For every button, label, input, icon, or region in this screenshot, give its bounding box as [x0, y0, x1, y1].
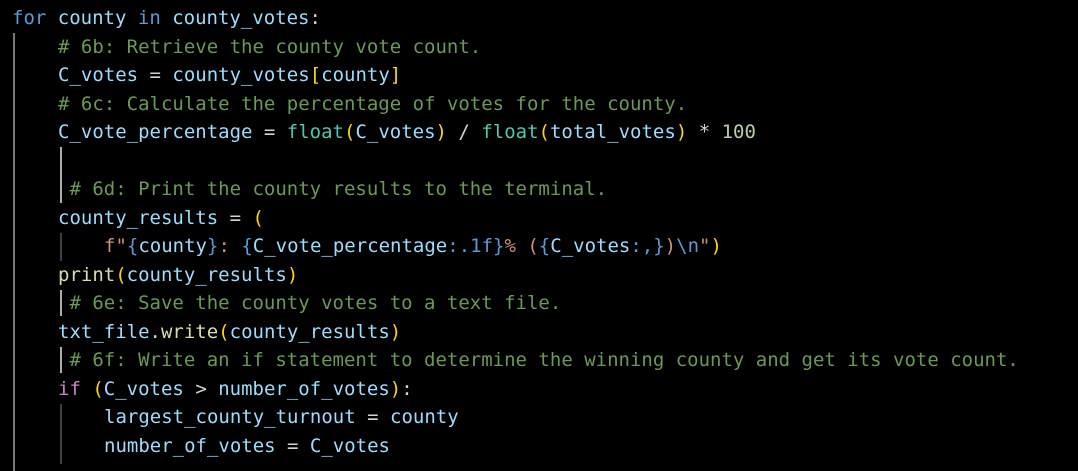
code-line[interactable]: county_results = (	[58, 204, 264, 232]
code-token: )	[664, 235, 677, 257]
code-token: % (	[504, 235, 539, 257]
code-token: write	[160, 320, 219, 343]
code-token: {	[538, 235, 551, 257]
code-token: :	[218, 235, 242, 257]
code-token: number_of_votes	[218, 377, 390, 400]
code-token: )	[710, 235, 722, 257]
code-token: county	[321, 64, 390, 86]
code-token: (	[115, 263, 127, 286]
code-token: f"	[104, 235, 127, 257]
code-token: float	[286, 121, 344, 143]
code-line[interactable]: # 6e: Save the county votes to a text fi…	[58, 289, 561, 317]
code-token: {	[241, 235, 253, 257]
code-token: C_votes	[58, 64, 139, 86]
code-token: {	[126, 235, 139, 257]
code-token: for	[12, 7, 47, 29]
code-editor[interactable]: for county in county_votes: # 6b: Retriev…	[0, 0, 1078, 471]
code-token: )	[435, 121, 447, 143]
indent-guide	[13, 33, 15, 471]
code-line[interactable]: C_votes = county_votes[county]	[58, 61, 401, 89]
code-token: )	[389, 377, 402, 400]
code-token: \n	[676, 235, 700, 257]
code-token: county_votes	[172, 7, 310, 29]
code-token: number_of_votes	[104, 434, 276, 457]
code-token: =	[138, 64, 173, 86]
code-token: C_votes	[355, 121, 436, 143]
code-token: )	[389, 320, 402, 343]
code-token: if	[58, 377, 81, 400]
code-line[interactable]: C_vote_percentage = float(C_votes) / flo…	[58, 118, 756, 146]
code-token: (	[538, 121, 550, 143]
code-line[interactable]: number_of_votes = C_votes	[104, 432, 390, 460]
code-token: county	[57, 7, 127, 29]
code-token: # 6e: Save the county votes to a text fi…	[58, 292, 562, 314]
code-token: float	[481, 121, 539, 143]
code-token: (	[218, 320, 230, 343]
code-token: # 6f: Write an if statement to determine…	[58, 349, 1019, 371]
code-token: (	[92, 377, 104, 400]
code-line[interactable]: txt_file.write(county_results)	[58, 318, 401, 346]
code-line[interactable]: # 6d: Print the county results to the te…	[58, 175, 607, 203]
code-token: }	[653, 235, 665, 257]
code-token: :,	[630, 235, 654, 257]
code-token: :	[401, 377, 413, 400]
code-token: county_results	[58, 206, 219, 229]
code-token: [	[309, 64, 322, 86]
code-token: C_vote_percentage	[58, 121, 253, 143]
code-token: county_votes	[172, 64, 310, 86]
code-token: =	[218, 206, 253, 229]
code-token: ]	[389, 64, 402, 86]
code-token: county	[138, 235, 207, 257]
code-token: }	[493, 235, 505, 257]
code-token: }	[206, 235, 219, 257]
code-token: print	[58, 263, 116, 286]
code-token: txt_file	[58, 320, 150, 343]
code-line[interactable]: for county in county_votes:	[12, 4, 321, 32]
code-token: # 6c: Calculate the percentage of votes …	[58, 92, 688, 115]
code-line[interactable]: # 6c: Calculate the percentage of votes …	[58, 90, 687, 118]
code-token: :.1f	[447, 235, 494, 257]
code-token: # 6d: Print the county results to the te…	[58, 178, 608, 200]
code-token: *	[687, 121, 722, 143]
code-token: /	[446, 121, 482, 143]
code-line[interactable]: if (C_votes > number_of_votes):	[58, 375, 413, 403]
indent-guide	[60, 233, 62, 261]
code-token: # 6b: Retrieve the county vote count.	[58, 35, 482, 58]
code-token: C_vote_percentage	[252, 235, 448, 257]
code-line[interactable]: largest_county_turnout = county	[104, 403, 459, 431]
code-token: county_results	[126, 263, 287, 286]
code-line[interactable]: # 6f: Write an if statement to determine…	[58, 346, 1019, 374]
code-token: (	[344, 121, 356, 143]
code-token: largest_county_turnout	[104, 406, 356, 428]
code-token: C_votes	[103, 377, 184, 400]
code-token: C_votes	[309, 434, 390, 457]
indent-guide	[60, 404, 62, 464]
code-token: :	[309, 7, 321, 29]
code-token: =	[275, 434, 310, 457]
code-token: county_results	[229, 320, 390, 343]
code-token: .	[149, 320, 161, 343]
code-token: C_votes	[550, 235, 631, 257]
code-token: county	[390, 406, 459, 428]
code-token: (	[252, 206, 264, 229]
code-token: "	[699, 235, 711, 257]
code-token: )	[675, 121, 688, 143]
code-token: total_votes	[549, 121, 676, 143]
code-token: =	[355, 406, 390, 428]
code-token: 100	[721, 121, 756, 143]
code-token: )	[286, 263, 299, 286]
code-token: >	[183, 377, 219, 400]
code-token: in	[137, 7, 161, 29]
code-line[interactable]: print(county_results)	[58, 261, 298, 289]
code-line[interactable]: f"{county}: {C_vote_percentage:.1f}% ({C…	[104, 232, 722, 260]
code-line[interactable]: # 6b: Retrieve the county vote count.	[58, 33, 481, 61]
code-token: =	[252, 121, 287, 143]
